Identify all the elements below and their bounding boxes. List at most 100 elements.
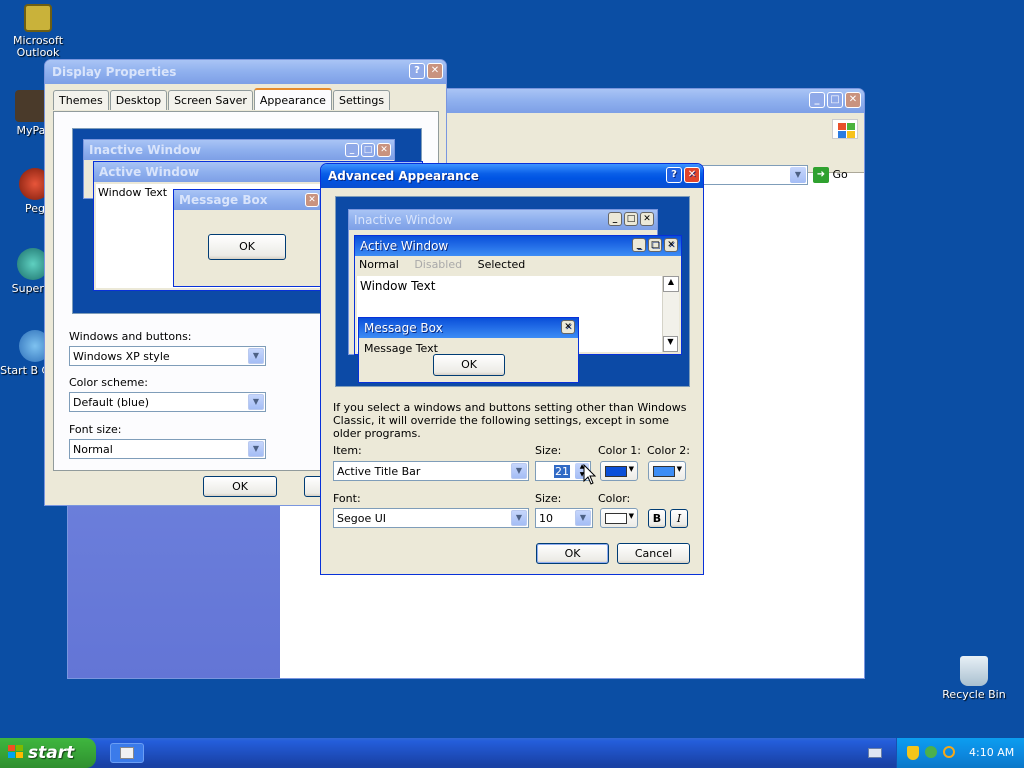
- minimize-icon: _: [632, 238, 646, 252]
- menu-selected: Selected: [477, 258, 526, 271]
- security-shield-icon[interactable]: [907, 746, 919, 760]
- adv-preview-menu: Normal Disabled Selected: [359, 258, 525, 271]
- adv-preview-inactive-title: Inactive Window: [354, 213, 453, 227]
- advanced-appearance-title-bar[interactable]: Advanced Appearance ? ✕: [321, 164, 703, 188]
- color2-button[interactable]: ▼: [648, 461, 686, 481]
- font-label: Font:: [333, 492, 361, 505]
- font-value: Segoe UI: [337, 512, 387, 525]
- recycle-bin-icon: [960, 656, 988, 686]
- desktop-icon-recycle-bin[interactable]: Recycle Bin: [936, 656, 1012, 701]
- minimize-button[interactable]: _: [809, 92, 825, 108]
- tab-themes[interactable]: Themes: [53, 90, 109, 110]
- tab-strip: Themes Desktop Screen Saver Appearance S…: [53, 88, 391, 110]
- desktop-icon-label: Microsoft Outlook: [12, 34, 64, 59]
- dropdown-arrow-icon: ▼: [676, 465, 682, 473]
- display-properties-title-bar[interactable]: Display Properties ? ✕: [45, 60, 446, 84]
- go-button[interactable]: ➜ Go: [813, 165, 853, 185]
- chevron-down-icon[interactable]: ▼: [248, 441, 264, 457]
- minimize-icon: _: [345, 143, 359, 157]
- bold-button[interactable]: B: [648, 509, 666, 528]
- menu-normal: Normal: [359, 258, 399, 271]
- chevron-down-icon[interactable]: ▼: [511, 510, 527, 526]
- desktop-icon-label: Recycle Bin: [942, 688, 1006, 701]
- font-size-select[interactable]: Normal ▼: [69, 439, 266, 459]
- close-button[interactable]: ✕: [684, 167, 700, 183]
- chevron-down-icon[interactable]: ▼: [511, 463, 527, 479]
- size-value[interactable]: 21: [554, 465, 570, 478]
- preview-window-text: Window Text: [98, 186, 168, 199]
- color1-button[interactable]: ▼: [600, 461, 638, 481]
- font-select[interactable]: Segoe UI ▼: [333, 508, 529, 528]
- close-icon: ✕: [305, 193, 319, 207]
- search-icon[interactable]: [943, 746, 955, 758]
- windows-flag-icon: [8, 745, 24, 759]
- adv-preview-active-title: Active Window: [360, 239, 449, 253]
- color-scheme-select[interactable]: Default (blue) ▼: [69, 392, 266, 412]
- close-button[interactable]: ✕: [845, 92, 861, 108]
- close-icon: ✕: [377, 143, 391, 157]
- maximize-button[interactable]: □: [827, 92, 843, 108]
- windows-buttons-value: Windows XP style: [73, 350, 170, 363]
- chevron-down-icon[interactable]: ▼: [248, 348, 264, 364]
- clock[interactable]: 4:10 AM: [969, 746, 1014, 759]
- font-size-select[interactable]: 10 ▼: [535, 508, 593, 528]
- advanced-appearance-window[interactable]: Advanced Appearance ? ✕ Inactive Window …: [320, 163, 704, 575]
- adv-preview-message-box: Message Box ✕ Message Text OK: [358, 317, 579, 383]
- close-icon: ✕: [561, 320, 575, 334]
- adv-preview-message-title: Message Box: [364, 321, 443, 335]
- help-button[interactable]: ?: [409, 63, 425, 79]
- outlook-icon: [24, 4, 52, 32]
- scroll-down-icon: ▼: [663, 336, 678, 352]
- start-button[interactable]: start: [0, 738, 96, 768]
- network-icon[interactable]: [925, 746, 937, 758]
- item-label: Item:: [333, 444, 362, 457]
- info-text: If you select a windows and buttons sett…: [333, 401, 687, 440]
- color1-swatch: [605, 466, 627, 477]
- preview-active-title: Active Window: [99, 165, 200, 179]
- preview-message-title: Message Box: [179, 193, 268, 207]
- size-label: Size:: [535, 444, 562, 457]
- keyboard-icon[interactable]: [868, 748, 882, 758]
- font-color-button[interactable]: ▼: [600, 508, 638, 528]
- item-select[interactable]: Active Title Bar ▼: [333, 461, 529, 481]
- adv-preview-message-text: Message Text: [364, 342, 438, 355]
- close-button[interactable]: ✕: [427, 63, 443, 79]
- scroll-up-icon: ▲: [663, 276, 679, 292]
- italic-button[interactable]: I: [670, 509, 688, 528]
- windows-buttons-label: Windows and buttons:: [69, 330, 192, 343]
- font-size-value: 10: [539, 512, 553, 525]
- tab-settings[interactable]: Settings: [332, 90, 391, 110]
- taskbar: start 4:10 AM: [0, 738, 1024, 768]
- font-size-label: Font size:: [69, 423, 122, 436]
- menu-disabled: Disabled: [414, 258, 463, 271]
- help-button[interactable]: ?: [666, 167, 682, 183]
- ok-button[interactable]: OK: [203, 476, 277, 497]
- start-label: start: [28, 743, 75, 763]
- go-arrow-icon: ➜: [813, 167, 829, 183]
- color-scheme-label: Color scheme:: [69, 376, 148, 389]
- dropdown-arrow-icon: ▼: [628, 512, 634, 520]
- tab-appearance[interactable]: Appearance: [253, 88, 332, 110]
- maximize-icon: □: [624, 212, 638, 226]
- cancel-button[interactable]: Cancel: [617, 543, 690, 564]
- font-color-label: Color:: [598, 492, 631, 505]
- color-scheme-value: Default (blue): [73, 396, 150, 409]
- dropdown-arrow-icon: ▼: [628, 465, 634, 473]
- close-icon: ✕: [664, 238, 678, 252]
- tab-screen-saver[interactable]: Screen Saver: [168, 90, 253, 110]
- ok-button[interactable]: OK: [536, 543, 609, 564]
- window-title: Advanced Appearance: [328, 169, 479, 183]
- chevron-down-icon[interactable]: ▼: [248, 394, 264, 410]
- preview-message-box: Message Box ✕ OK: [173, 189, 323, 287]
- chevron-down-icon[interactable]: ▼: [575, 510, 591, 526]
- system-tray: 4:10 AM: [896, 738, 1024, 768]
- chevron-down-icon[interactable]: ▼: [790, 167, 806, 183]
- color2-label: Color 2:: [647, 444, 690, 457]
- font-size-value: Normal: [73, 443, 113, 456]
- desktop-icon-outlook[interactable]: Microsoft Outlook: [0, 4, 76, 59]
- window-icon: [120, 747, 134, 759]
- tab-desktop[interactable]: Desktop: [109, 90, 168, 110]
- windows-buttons-select[interactable]: Windows XP style ▼: [69, 346, 266, 366]
- go-label: Go: [832, 168, 848, 181]
- taskbar-window-button[interactable]: [110, 743, 144, 763]
